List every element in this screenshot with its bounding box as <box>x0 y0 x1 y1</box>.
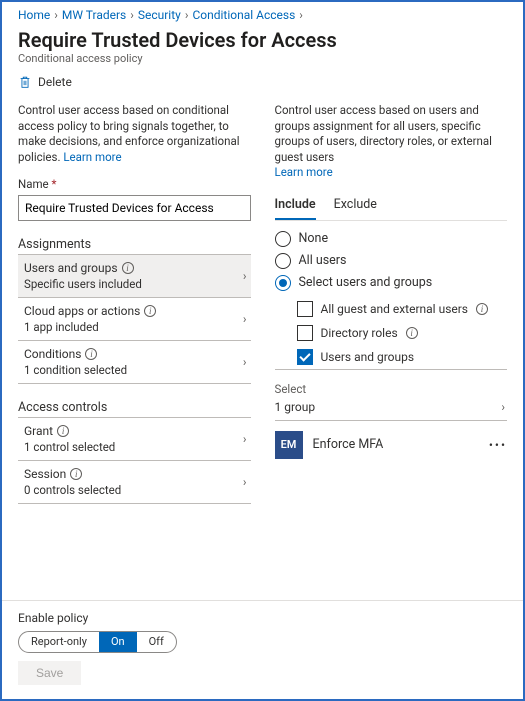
chevron-right-icon: › <box>243 432 247 446</box>
delete-label: Delete <box>38 75 72 89</box>
select-label: Select <box>275 382 508 396</box>
assignments-heading: Assignments <box>18 237 251 252</box>
chevron-right-icon: › <box>185 8 189 22</box>
radio-group-scope: None All users Select users and groups <box>275 231 508 291</box>
selected-group-item[interactable]: EM Enforce MFA ••• <box>275 431 508 459</box>
learn-more-link[interactable]: Learn more <box>275 165 333 179</box>
assignment-users-and-groups[interactable]: Users and groups Specific users included… <box>18 255 251 297</box>
checkbox-guest-users[interactable]: All guest and external users <box>297 301 508 317</box>
toggle-on[interactable]: On <box>99 631 137 653</box>
radio-icon <box>275 253 291 269</box>
radio-none[interactable]: None <box>275 231 508 247</box>
trash-icon <box>18 75 32 89</box>
info-icon[interactable] <box>476 303 488 315</box>
breadcrumb-conditional-access[interactable]: Conditional Access <box>192 8 295 22</box>
access-controls-heading: Access controls <box>18 400 251 415</box>
radio-all-users[interactable]: All users <box>275 253 508 269</box>
chevron-right-icon: › <box>299 8 303 22</box>
chevron-right-icon: › <box>243 312 247 326</box>
delete-button[interactable]: Delete <box>18 75 507 89</box>
assignment-cloud-apps[interactable]: Cloud apps or actions 1 app included › <box>18 298 251 340</box>
info-icon[interactable] <box>70 468 82 480</box>
breadcrumb-security[interactable]: Security <box>138 8 181 22</box>
include-exclude-tabs: Include Exclude <box>275 193 508 220</box>
chevron-right-icon: › <box>243 355 247 369</box>
checkbox-group-include: All guest and external users Directory r… <box>297 301 508 365</box>
info-icon[interactable] <box>57 425 69 437</box>
right-column: Control user access based on users and g… <box>275 103 508 504</box>
breadcrumb: Home › MW Traders › Security › Condition… <box>18 2 507 26</box>
tab-include[interactable]: Include <box>275 193 316 220</box>
left-column: Control user access based on conditional… <box>18 103 251 504</box>
page-title: Require Trusted Devices for Access <box>18 28 507 52</box>
radio-icon <box>275 231 291 247</box>
group-avatar: EM <box>275 431 303 459</box>
enable-policy-toggle[interactable]: Report-only On Off <box>18 631 177 653</box>
checkbox-directory-roles[interactable]: Directory roles <box>297 325 508 341</box>
left-description: Control user access based on conditional… <box>18 103 251 165</box>
right-description: Control user access based on users and g… <box>275 103 508 181</box>
checkbox-icon <box>297 349 313 365</box>
page-subtitle: Conditional access policy <box>18 52 507 65</box>
more-options-button[interactable]: ••• <box>489 438 507 452</box>
info-icon[interactable] <box>144 305 156 317</box>
policy-name-input[interactable] <box>18 195 251 221</box>
info-icon[interactable] <box>406 327 418 339</box>
info-icon[interactable] <box>85 348 97 360</box>
toggle-off[interactable]: Off <box>137 631 176 653</box>
footer: Enable policy Report-only On Off Save <box>2 600 523 699</box>
checkbox-icon <box>297 325 313 341</box>
tab-exclude[interactable]: Exclude <box>334 193 377 220</box>
chevron-right-icon: › <box>501 400 505 414</box>
info-icon[interactable] <box>122 262 134 274</box>
toggle-report-only[interactable]: Report-only <box>19 631 99 653</box>
radio-select-users-and-groups[interactable]: Select users and groups <box>275 275 508 291</box>
group-name: Enforce MFA <box>313 437 479 452</box>
breadcrumb-home[interactable]: Home <box>18 8 50 22</box>
chevron-right-icon: › <box>54 8 58 22</box>
checkbox-users-and-groups[interactable]: Users and groups <box>297 349 508 365</box>
breadcrumb-mw-traders[interactable]: MW Traders <box>62 8 126 22</box>
checkbox-icon <box>297 301 313 317</box>
assignment-conditions[interactable]: Conditions 1 condition selected › <box>18 341 251 383</box>
enable-policy-label: Enable policy <box>18 611 507 625</box>
name-label: Name * <box>18 177 251 191</box>
access-grant[interactable]: Grant 1 control selected › <box>18 418 251 460</box>
chevron-right-icon: › <box>243 475 247 489</box>
learn-more-link[interactable]: Learn more <box>63 150 121 164</box>
chevron-right-icon: › <box>243 269 247 283</box>
radio-icon <box>275 275 291 291</box>
access-session[interactable]: Session 0 controls selected › <box>18 461 251 503</box>
select-groups-button[interactable]: 1 group › <box>275 396 508 420</box>
save-button[interactable]: Save <box>18 661 81 685</box>
chevron-right-icon: › <box>130 8 134 22</box>
